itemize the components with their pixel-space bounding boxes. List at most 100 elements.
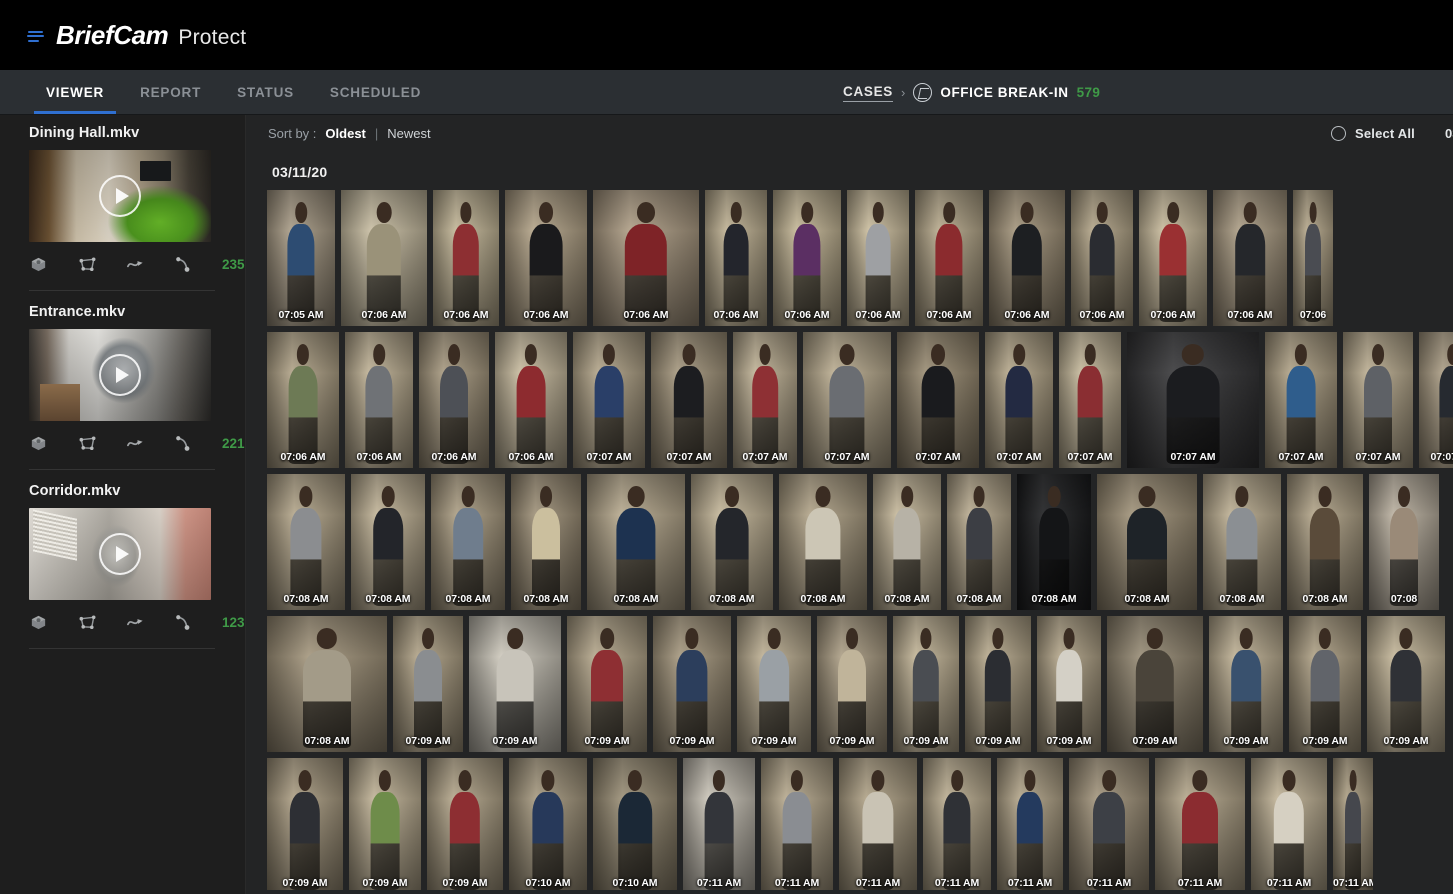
result-thumbnail[interactable]: 07:08 AM (947, 474, 1011, 610)
result-thumbnail[interactable]: 07:08 AM (691, 474, 773, 610)
result-thumbnail[interactable]: 07:09 AM (1367, 616, 1445, 752)
result-thumbnail[interactable]: 07:06 AM (505, 190, 587, 326)
result-thumbnail[interactable]: 07:08 AM (779, 474, 867, 610)
result-thumbnail[interactable]: 07:09 AM (653, 616, 731, 752)
result-thumbnail[interactable]: 07:11 AM (923, 758, 991, 890)
result-thumbnail[interactable]: 07:09 AM (1037, 616, 1101, 752)
result-thumbnail[interactable]: 07:11 AM (1251, 758, 1327, 890)
result-thumbnail[interactable]: 07:06 AM (915, 190, 983, 326)
video-thumbnail[interactable] (29, 150, 211, 242)
result-thumbnail[interactable]: 07:09 AM (965, 616, 1031, 752)
tab-report[interactable]: REPORT (122, 70, 219, 114)
result-thumbnail[interactable]: 07:06 AM (1139, 190, 1207, 326)
result-thumbnail[interactable]: 07:08 AM (267, 474, 345, 610)
result-thumbnail[interactable]: 07:09 AM (349, 758, 421, 890)
result-thumbnail[interactable]: 07:08 AM (267, 616, 387, 752)
play-icon[interactable] (99, 175, 141, 217)
tripwire-line-icon[interactable] (174, 255, 193, 274)
result-thumbnail[interactable]: 07:11 AM (761, 758, 833, 890)
result-thumbnail[interactable]: 07:07 AM (985, 332, 1053, 468)
result-thumbnail[interactable]: 07:09 AM (817, 616, 887, 752)
objects-cube-icon[interactable] (29, 255, 48, 274)
sidebar-video-dining-hall[interactable]: Dining Hall.mkv 235 (0, 125, 245, 279)
result-thumbnail[interactable]: 07:09 AM (1209, 616, 1283, 752)
result-thumbnail[interactable]: 07:08 AM (431, 474, 505, 610)
result-thumbnail[interactable]: 07:09 AM (427, 758, 503, 890)
result-thumbnail[interactable]: 07:07 AM (1059, 332, 1121, 468)
path-wave-icon[interactable] (126, 255, 145, 274)
result-thumbnail[interactable]: 07:08 AM (1203, 474, 1281, 610)
result-thumbnail[interactable]: 07:09 AM (893, 616, 959, 752)
result-thumbnail[interactable]: 07:11 AM (1333, 758, 1373, 890)
result-thumbnail[interactable]: 07:06 AM (495, 332, 567, 468)
result-thumbnail[interactable]: 07:07 AM (803, 332, 891, 468)
play-icon[interactable] (99, 533, 141, 575)
result-thumbnail[interactable]: 07:08 AM (351, 474, 425, 610)
result-thumbnail[interactable]: 07:07 AM (897, 332, 979, 468)
result-thumbnail[interactable]: 07:06 AM (419, 332, 489, 468)
result-thumbnail[interactable]: 07:08 AM (587, 474, 685, 610)
area-polygon-icon[interactable] (78, 255, 97, 274)
result-thumbnail[interactable]: 07:09 AM (267, 758, 343, 890)
result-thumbnail[interactable]: 07:07 AM (1127, 332, 1259, 468)
result-thumbnail[interactable]: 07:11 AM (1069, 758, 1149, 890)
result-thumbnail[interactable]: 07:09 AM (1107, 616, 1203, 752)
select-all-label[interactable]: Select All (1355, 126, 1415, 141)
tripwire-line-icon[interactable] (174, 613, 193, 632)
result-thumbnail[interactable]: 07:06 AM (433, 190, 499, 326)
play-icon[interactable] (99, 354, 141, 396)
result-thumbnail[interactable]: 07:08 AM (873, 474, 941, 610)
result-thumbnail[interactable]: 07:09 AM (1289, 616, 1361, 752)
result-thumbnail[interactable]: 07:10 AM (593, 758, 677, 890)
radio-unchecked-icon[interactable] (1330, 126, 1346, 141)
result-thumbnail[interactable]: 07:08 AM (1287, 474, 1363, 610)
video-thumbnail[interactable] (29, 508, 211, 600)
result-thumbnail[interactable]: 07:08 (1369, 474, 1439, 610)
result-thumbnail[interactable]: 07:05 AM (267, 190, 335, 326)
app-logo[interactable]: BriefCam Protect (27, 20, 246, 51)
sidebar-video-entrance[interactable]: Entrance.mkv 221 (0, 304, 245, 458)
result-thumbnail[interactable]: 07:11 AM (839, 758, 917, 890)
objects-cube-icon[interactable] (29, 434, 48, 453)
result-thumbnail[interactable]: 07:11 AM (683, 758, 755, 890)
tab-viewer[interactable]: VIEWER (28, 70, 122, 114)
result-thumbnail[interactable]: 07:06 AM (989, 190, 1065, 326)
result-thumbnail[interactable]: 07:09 AM (393, 616, 463, 752)
video-thumbnail[interactable] (29, 329, 211, 421)
result-thumbnail[interactable]: 07:08 AM (1097, 474, 1197, 610)
video-sidebar[interactable]: Dining Hall.mkv 235 Entrance.mkv 221 Cor… (0, 115, 246, 894)
tripwire-line-icon[interactable] (174, 434, 193, 453)
result-thumbnail[interactable]: 07:07 AM (733, 332, 797, 468)
result-thumbnail[interactable]: 07:07 AM (1419, 332, 1453, 468)
result-thumbnail[interactable]: 07:06 AM (1071, 190, 1133, 326)
area-polygon-icon[interactable] (78, 434, 97, 453)
result-thumbnail[interactable]: 07:08 AM (1017, 474, 1091, 610)
result-thumbnail[interactable]: 07:09 AM (567, 616, 647, 752)
result-thumbnail[interactable]: 07:06 AM (345, 332, 413, 468)
path-wave-icon[interactable] (126, 434, 145, 453)
breadcrumb-cases-link[interactable]: CASES (843, 84, 894, 102)
path-wave-icon[interactable] (126, 613, 145, 632)
tab-status[interactable]: STATUS (219, 70, 312, 114)
result-thumbnail[interactable]: 07:06 AM (267, 332, 339, 468)
objects-cube-icon[interactable] (29, 613, 48, 632)
result-thumbnail[interactable]: 07:07 AM (1265, 332, 1337, 468)
result-thumbnail[interactable]: 07:06 AM (847, 190, 909, 326)
result-thumbnail[interactable]: 07:09 AM (737, 616, 811, 752)
sidebar-video-corridor[interactable]: Corridor.mkv 123 (0, 483, 245, 637)
result-thumbnail[interactable]: 07:06 (1293, 190, 1333, 326)
share-icon[interactable] (913, 83, 933, 102)
sort-newest-option[interactable]: Newest (387, 126, 430, 141)
tab-scheduled[interactable]: SCHEDULED (312, 70, 439, 114)
result-thumbnail[interactable]: 07:08 AM (511, 474, 581, 610)
result-thumbnail[interactable]: 07:06 AM (773, 190, 841, 326)
result-thumbnail[interactable]: 07:11 AM (997, 758, 1063, 890)
result-thumbnail[interactable]: 07:07 AM (651, 332, 727, 468)
result-thumbnail[interactable]: 07:09 AM (469, 616, 561, 752)
result-thumbnail[interactable]: 07:07 AM (573, 332, 645, 468)
result-thumbnail[interactable]: 07:06 AM (1213, 190, 1287, 326)
sort-oldest-option[interactable]: Oldest (325, 126, 365, 141)
result-thumbnail[interactable]: 07:06 AM (593, 190, 699, 326)
result-thumbnail[interactable]: 07:06 AM (341, 190, 427, 326)
result-thumbnail[interactable]: 07:06 AM (705, 190, 767, 326)
